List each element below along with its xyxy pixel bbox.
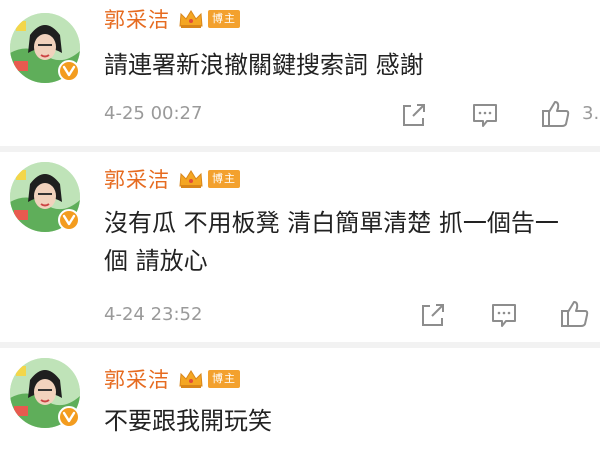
username-row: 郭采洁 博主 — [104, 164, 240, 194]
username[interactable]: 郭采洁 — [104, 364, 170, 394]
verified-v-icon — [58, 406, 80, 428]
crown-icon — [178, 8, 204, 30]
username[interactable]: 郭采洁 — [104, 4, 170, 34]
comment-feed: 郭采洁 博主 請連署新浪撤關鍵搜索詞 感謝 4-25 00:27 3. 郭采洁 … — [0, 0, 600, 450]
comment-text-line: 請連署新浪撤關鍵搜索詞 感謝 — [104, 51, 424, 79]
comment-item: 郭采洁 博主 不要跟我開玩笑 — [0, 346, 600, 450]
like-icon[interactable] — [540, 98, 570, 128]
comment-text: 請連署新浪撤關鍵搜索詞 感謝 — [104, 46, 424, 84]
comment-text-line: 不要跟我開玩笑 — [104, 407, 272, 435]
verified-v-icon — [58, 60, 80, 82]
verified-v-icon — [58, 209, 80, 231]
comment-item: 郭采洁 博主 沒有瓜 不用板凳 清白簡單清楚 抓一個告一 個 請放心 4-24 … — [0, 150, 600, 346]
like-icon[interactable] — [559, 298, 589, 328]
host-badge: 博主 — [208, 170, 240, 188]
username[interactable]: 郭采洁 — [104, 164, 170, 194]
share-icon[interactable] — [399, 100, 429, 130]
comment-text: 沒有瓜 不用板凳 清白簡單清楚 抓一個告一 個 請放心 — [104, 204, 559, 280]
comment-text: 不要跟我開玩笑 — [104, 402, 272, 440]
comment-text-line: 沒有瓜 不用板凳 清白簡單清楚 抓一個告一 — [104, 209, 559, 237]
like-count: 3. — [582, 103, 600, 124]
share-icon[interactable] — [418, 300, 448, 330]
timestamp: 4-24 23:52 — [104, 304, 203, 325]
host-badge: 博主 — [208, 10, 240, 28]
comment-item: 郭采洁 博主 請連署新浪撤關鍵搜索詞 感謝 4-25 00:27 3. — [0, 0, 600, 150]
comment-icon[interactable] — [470, 100, 500, 130]
crown-icon — [178, 168, 204, 190]
host-badge: 博主 — [208, 370, 240, 388]
crown-icon — [178, 368, 204, 390]
username-row: 郭采洁 博主 — [104, 364, 240, 394]
comment-text-line: 個 請放心 — [104, 247, 208, 275]
timestamp: 4-25 00:27 — [104, 103, 203, 124]
comment-icon[interactable] — [489, 300, 519, 330]
username-row: 郭采洁 博主 — [104, 4, 240, 34]
